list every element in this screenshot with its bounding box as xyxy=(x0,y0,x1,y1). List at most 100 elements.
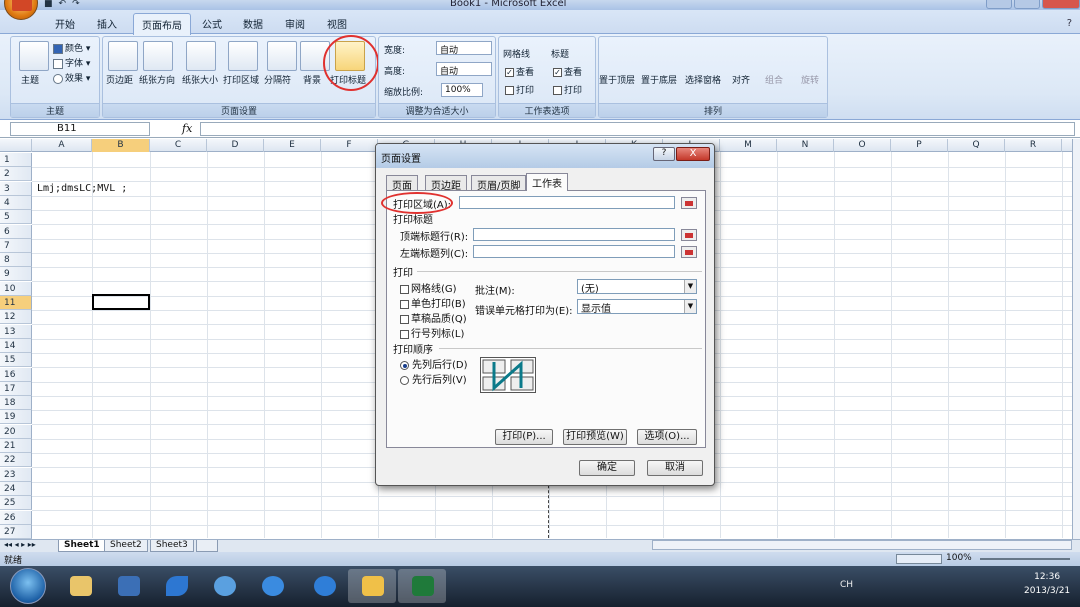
row-header-21[interactable]: 21 xyxy=(0,439,32,453)
column-header-c[interactable]: C xyxy=(150,139,207,152)
colors-button[interactable]: 颜色 ▾ xyxy=(53,41,90,54)
insert-sheet-icon[interactable] xyxy=(196,540,218,552)
row-header-9[interactable]: 9 xyxy=(0,267,32,282)
tab-review[interactable]: 审阅 xyxy=(285,16,305,31)
down-then-over-radio[interactable]: 先列后行(D) xyxy=(400,356,468,371)
taskbar-media[interactable] xyxy=(104,569,152,603)
row-header-24[interactable]: 24 xyxy=(0,481,32,496)
height-combo[interactable]: 自动 xyxy=(436,62,492,77)
row-header-13[interactable]: 13 xyxy=(0,324,32,339)
insert-function-icon[interactable]: fx xyxy=(182,122,192,135)
taskbar-explorer[interactable] xyxy=(56,569,104,603)
over-then-down-radio[interactable]: 先行后列(V) xyxy=(400,371,467,386)
margins-icon[interactable] xyxy=(108,41,138,71)
margins-button[interactable]: 页边距 xyxy=(106,73,133,86)
tab-formulas[interactable]: 公式 xyxy=(202,16,222,31)
themes-button[interactable]: 主题 xyxy=(21,73,39,86)
width-combo[interactable]: 自动 xyxy=(436,41,492,56)
taskbar-app4[interactable] xyxy=(200,569,248,603)
print-area-input[interactable] xyxy=(459,196,675,209)
row-header-19[interactable]: 19 xyxy=(0,410,32,425)
taskbar-ie[interactable] xyxy=(248,569,296,603)
dialog-tab-page[interactable]: 页面 xyxy=(386,175,418,192)
column-header-d[interactable]: D xyxy=(207,139,264,152)
selection-pane-icon[interactable] xyxy=(691,41,721,71)
row-header-25[interactable]: 25 xyxy=(0,496,32,511)
send-back-icon[interactable] xyxy=(646,41,676,71)
select-all-corner[interactable] xyxy=(0,139,32,152)
formula-input[interactable] xyxy=(200,122,1075,136)
row-header-27[interactable]: 27 xyxy=(0,524,32,539)
close-button[interactable] xyxy=(1042,0,1080,9)
tab-home[interactable]: 开始 xyxy=(55,16,75,31)
cell-a3[interactable]: Lmj;dmsLC;MVL ; xyxy=(37,183,127,194)
column-header-p[interactable]: P xyxy=(891,139,948,152)
background-button[interactable]: 背景 xyxy=(303,73,321,86)
selection-pane-button[interactable]: 选择窗格 xyxy=(685,73,721,86)
black-white-checkbox[interactable]: 单色打印(B) xyxy=(400,295,466,310)
undo-icon[interactable]: ↶ xyxy=(59,0,67,9)
print-area-icon[interactable] xyxy=(228,41,258,71)
name-box[interactable]: B11 xyxy=(10,122,150,136)
cancel-button[interactable]: 取消 xyxy=(647,460,703,476)
column-header-m[interactable]: M xyxy=(720,139,777,152)
taskbar-excel[interactable] xyxy=(398,569,446,603)
row-header-3[interactable]: 3 xyxy=(0,181,32,196)
tab-view[interactable]: 视图 xyxy=(327,16,347,31)
zoom-level[interactable]: 100% xyxy=(946,553,972,563)
column-header-a[interactable]: A xyxy=(32,139,92,152)
view-buttons[interactable] xyxy=(896,554,942,564)
column-header-b[interactable]: B xyxy=(92,139,150,152)
taskbar-app3[interactable] xyxy=(152,569,200,603)
dialog-tab-margins[interactable]: 页边距 xyxy=(425,175,467,192)
row-header-23[interactable]: 23 xyxy=(0,467,32,482)
row-header-15[interactable]: 15 xyxy=(0,353,32,368)
print-button[interactable]: 打印(P)... xyxy=(495,429,553,445)
row-col-headings-checkbox[interactable]: 行号列标(L) xyxy=(400,325,464,340)
gridlines-checkbox[interactable]: 网格线(G) xyxy=(400,280,457,295)
row-header-20[interactable]: 20 xyxy=(0,424,32,439)
tab-data[interactable]: 数据 xyxy=(243,16,263,31)
dialog-help-button[interactable]: ? xyxy=(653,147,675,161)
maximize-button[interactable] xyxy=(1014,0,1040,9)
cols-repeat-collapse-icon[interactable] xyxy=(681,246,697,258)
lang-indicator[interactable]: CH xyxy=(840,580,853,590)
zoom-slider[interactable] xyxy=(980,558,1070,560)
row-header-7[interactable]: 7 xyxy=(0,238,32,253)
row-header-1[interactable]: 1 xyxy=(0,153,32,167)
scale-spinner[interactable]: 100% xyxy=(441,83,483,97)
cols-repeat-input[interactable] xyxy=(473,245,675,258)
sheet-nav-icon[interactable]: ◂◂ ◂ ▸ ▸▸ xyxy=(4,540,36,549)
taskbar-app6[interactable] xyxy=(300,569,348,603)
minimize-button[interactable] xyxy=(986,0,1012,9)
size-button[interactable]: 纸张大小 xyxy=(182,73,218,86)
dialog-tab-header-footer[interactable]: 页眉/页脚 xyxy=(471,175,527,192)
row-header-22[interactable]: 22 xyxy=(0,453,32,468)
print-area-collapse-icon[interactable] xyxy=(681,197,697,209)
column-header-f[interactable]: F xyxy=(321,139,378,152)
breaks-button[interactable]: 分隔符 xyxy=(264,73,291,86)
taskbar-app7[interactable] xyxy=(348,569,396,603)
save-icon[interactable]: ■ xyxy=(44,0,53,9)
row-header-10[interactable]: 10 xyxy=(0,281,32,296)
row-header-16[interactable]: 16 xyxy=(0,367,32,382)
breaks-icon[interactable] xyxy=(267,41,297,71)
row-header-12[interactable]: 12 xyxy=(0,310,32,325)
errors-select[interactable]: 显示值 ▼ xyxy=(577,299,697,315)
comments-select[interactable]: (无) ▼ xyxy=(577,279,697,295)
sheet-tab-3[interactable]: Sheet3 xyxy=(150,540,194,552)
horizontal-scrollbar[interactable] xyxy=(652,540,1072,550)
bring-front-button[interactable]: 置于顶层 xyxy=(599,73,635,86)
dialog-close-button[interactable]: X xyxy=(676,147,710,161)
row-header-14[interactable]: 14 xyxy=(0,338,32,353)
rows-repeat-collapse-icon[interactable] xyxy=(681,229,697,241)
print-preview-button[interactable]: 打印预览(W) xyxy=(563,429,627,445)
row-header-11[interactable]: 11 xyxy=(0,296,32,310)
row-header-26[interactable]: 26 xyxy=(0,510,32,525)
options-button[interactable]: 选项(O)... xyxy=(637,429,697,445)
headings-view-checkbox[interactable]: ✓ 查看 xyxy=(553,65,582,78)
row-header-4[interactable]: 4 xyxy=(0,195,32,210)
help-icon[interactable]: ? xyxy=(1067,18,1072,29)
rows-repeat-input[interactable] xyxy=(473,228,675,241)
orientation-icon[interactable] xyxy=(143,41,173,71)
